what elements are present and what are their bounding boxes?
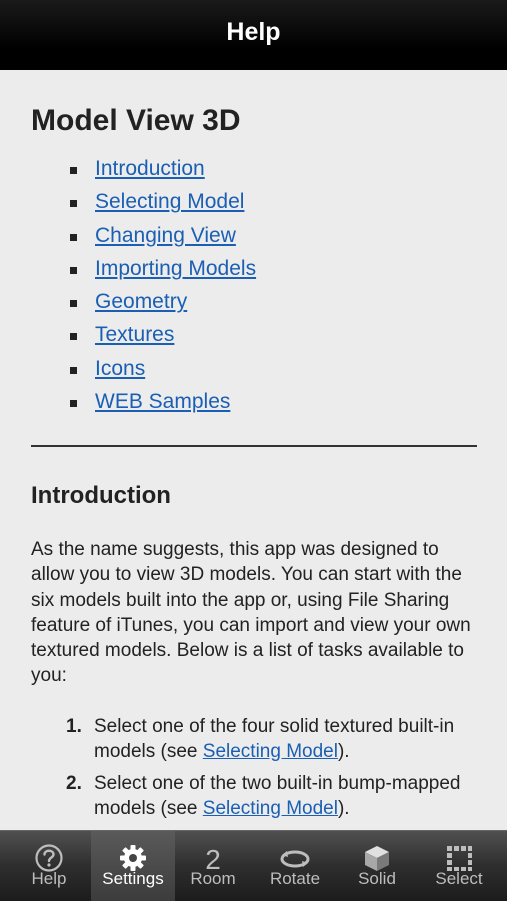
help-heading: Model View 3D <box>31 104 241 137</box>
toc-link-textures[interactable]: Textures <box>95 322 174 348</box>
bullet-icon <box>70 233 77 241</box>
task-text: Select one of the two built-in bump-mapp… <box>94 771 474 821</box>
bullet-icon <box>70 200 77 208</box>
tab-solid[interactable]: Solid <box>335 831 419 901</box>
section-divider <box>31 445 477 447</box>
navigation-bar: Help <box>0 0 507 70</box>
toc-link-importing-models[interactable]: Importing Models <box>95 256 256 282</box>
task-list: 1. Select one of the four solid textured… <box>0 714 507 828</box>
tab-rotate-label: Rotate <box>269 869 321 888</box>
toc-link-icons[interactable]: Icons <box>95 356 145 382</box>
bullet-icon <box>70 266 77 274</box>
bullet-icon <box>70 366 77 374</box>
tab-room[interactable]: 2 Room <box>171 831 255 901</box>
task-item: 2. Select one of the two built-in bump-m… <box>0 771 507 821</box>
task-text: Select one of the four solid textured bu… <box>94 714 474 764</box>
toc-link-introduction[interactable]: Introduction <box>95 156 205 182</box>
bullet-icon <box>70 300 77 308</box>
task-link-selecting-model[interactable]: Selecting Model <box>203 798 338 819</box>
tab-room-label: Room <box>190 869 236 888</box>
intro-paragraph: As the name suggests, this app was desig… <box>31 539 471 687</box>
toc-link-selecting-model[interactable]: Selecting Model <box>95 189 244 215</box>
toc-link-geometry[interactable]: Geometry <box>95 289 187 315</box>
section-heading-introduction: Introduction <box>31 482 171 509</box>
tab-help-label: Help <box>31 869 67 888</box>
tab-rotate[interactable]: Rotate <box>253 831 337 901</box>
help-content[interactable]: Model View 3D Introduction Selecting Mod… <box>0 70 507 830</box>
tab-bar: Help Settings 2 Room Rotate Solid Select <box>0 830 507 901</box>
task-number: 2. <box>66 773 82 794</box>
tab-select[interactable]: Select <box>417 831 501 901</box>
page-title: Help <box>226 18 281 46</box>
bullet-icon <box>70 167 77 174</box>
tab-help[interactable]: Help <box>7 831 91 901</box>
tab-solid-label: Solid <box>358 869 396 888</box>
tab-settings-label: Settings <box>102 869 164 888</box>
tab-settings[interactable]: Settings <box>91 831 175 901</box>
toc-link-changing-view[interactable]: Changing View <box>95 223 236 249</box>
bullet-icon <box>70 400 77 408</box>
task-item: 1. Select one of the four solid textured… <box>0 714 507 764</box>
task-text-after: ). <box>337 798 350 819</box>
task-link-selecting-model[interactable]: Selecting Model <box>203 741 338 762</box>
bullet-icon <box>70 333 77 341</box>
task-text-after: ). <box>337 741 350 762</box>
tab-select-label: Select <box>435 869 483 888</box>
toc-link-web-samples[interactable]: WEB Samples <box>95 389 230 415</box>
task-number: 1. <box>66 716 82 737</box>
